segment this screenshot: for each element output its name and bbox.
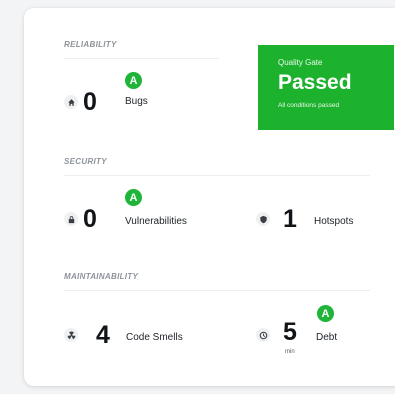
maintainability-section-label: MAINTAINABILITY [64, 272, 139, 281]
maintainability-divider [64, 290, 370, 291]
lock-icon [64, 212, 78, 226]
reliability-rating-badge[interactable]: A [125, 72, 142, 89]
debt-value[interactable]: 5 [283, 320, 297, 345]
bug-icon [64, 95, 78, 109]
hotspots-count[interactable]: 1 [283, 207, 297, 232]
clock-icon [256, 328, 270, 342]
quality-gate-status: Passed [278, 71, 352, 94]
security-section-label: SECURITY [64, 157, 107, 166]
hotspots-label: Hotspots [314, 216, 354, 227]
radiation-icon [64, 328, 78, 342]
bugs-count[interactable]: 0 [83, 90, 97, 115]
vulnerabilities-label: Vulnerabilities [125, 216, 187, 227]
quality-gate-panel[interactable]: Quality Gate Passed All conditions passe… [258, 45, 394, 130]
quality-gate-title: Quality Gate [278, 58, 323, 67]
code-smells-count[interactable]: 4 [96, 323, 110, 348]
vulnerabilities-count[interactable]: 0 [83, 207, 97, 232]
bugs-label: Bugs [125, 96, 148, 107]
security-divider [64, 175, 370, 176]
quality-gate-description: All conditions passed [278, 102, 340, 109]
reliability-section-label: RELIABILITY [64, 40, 117, 49]
security-rating-badge[interactable]: A [125, 189, 142, 206]
maintainability-rating-badge[interactable]: A [317, 305, 334, 322]
debt-unit: min [285, 349, 295, 355]
shield-icon [256, 212, 270, 226]
reliability-divider [64, 58, 219, 59]
debt-label: Debt [316, 332, 338, 343]
code-smells-label: Code Smells [126, 332, 183, 343]
